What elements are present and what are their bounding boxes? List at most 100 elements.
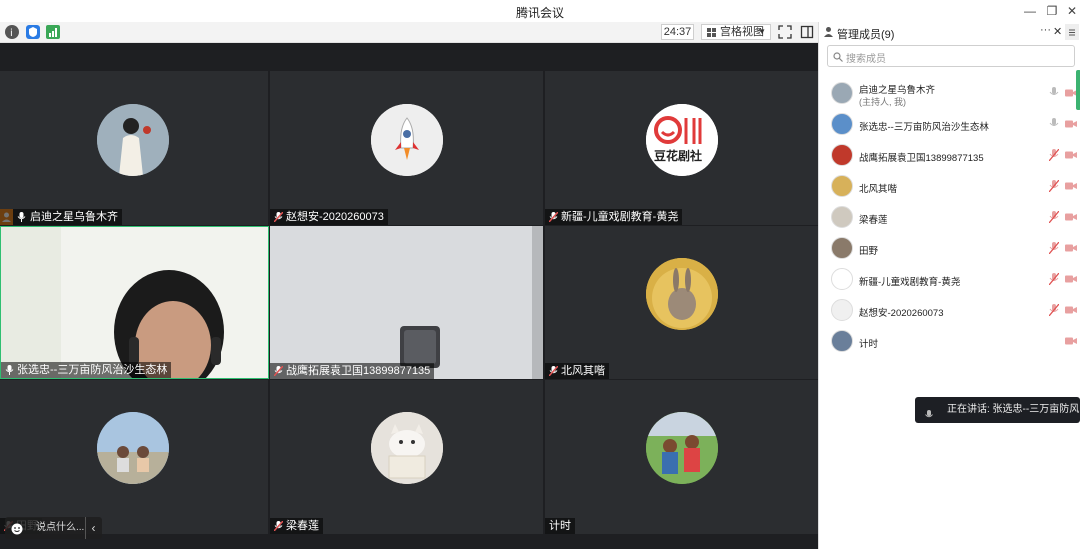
avatar [831,113,853,135]
fullscreen-icon[interactable] [778,25,792,39]
minimize-button[interactable]: — [1022,3,1038,19]
avatar [371,104,443,176]
close-panel-button[interactable]: ✕ [1053,25,1062,38]
member-name: 北风其喈 [859,184,898,195]
meeting-toolbar: i 24:37 宫格视图 ▼ [0,22,818,43]
video-tile[interactable]: 北风其喈 [545,226,818,379]
tile-name-label: 梁春莲 [270,518,323,534]
member-row[interactable]: 启迪之星乌鲁木齐 (主持人, 我) [819,79,1080,109]
restore-button[interactable]: ❐ [1044,3,1060,19]
video-tile[interactable]: 赵想安-2020260073 [270,71,543,225]
avatar [831,144,853,166]
mic-muted-icon[interactable] [1049,304,1059,316]
search-placeholder: 搜索成员 [846,54,886,65]
tile-name-label: 启迪之星乌鲁木齐 [0,209,122,225]
panel-title: 管理成员(9) [837,29,895,41]
chevron-down-icon: ▼ [758,27,766,36]
member-row[interactable]: 张选忠--三万亩防风治沙生态林 [819,110,1080,140]
panel-header: 管理成员(9) ··· ✕ [819,22,1080,42]
svg-text:豆花剧社: 豆花剧社 [654,148,702,163]
svg-text:i: i [10,28,13,39]
more-options-button[interactable]: ··· [1040,24,1051,36]
member-name: 战鹰拓展袁卫国13899877135 [859,153,984,164]
mic-muted-icon[interactable] [1049,273,1059,285]
video-tile[interactable]: 田野 [0,380,268,534]
member-row[interactable]: 战鹰拓展袁卫国13899877135 [819,141,1080,171]
mic-muted-icon [549,366,558,376]
people-icon [823,26,834,37]
meeting-timer: 24:37 [661,24,694,40]
avatar: 豆花剧社 [646,104,718,176]
avatar [831,330,853,352]
member-name: 田野 [859,246,879,257]
mic-muted-icon [274,521,283,531]
mic-icon [925,405,933,418]
chat-input-bar[interactable]: 说点什么... ‹ [5,517,102,539]
info-icon[interactable]: i [5,25,19,39]
avatar [646,412,718,484]
member-row[interactable]: 赵想安-2020260073 [819,296,1080,326]
avatar [831,299,853,321]
video-tile-active-speaker[interactable]: 张选忠--三万亩防风治沙生态林 [0,226,269,379]
emoji-icon[interactable] [11,522,23,535]
member-row[interactable]: 新疆-儿童戏剧教育-黄尧 [819,265,1080,295]
avatar [831,82,853,104]
window-title: 腾讯会议 [515,6,564,20]
avatar [831,237,853,259]
member-name: 张选忠--三万亩防风治沙生态林 [859,122,989,133]
camera-off-icon[interactable] [1065,151,1077,159]
camera-off-icon[interactable] [1065,182,1077,190]
mic-muted-icon [549,212,558,222]
tile-name-label: 张选忠--三万亩防风治沙生态林 [1,362,172,378]
mic-muted-icon[interactable] [1049,149,1059,161]
member-name: 赵想安-2020260073 [859,308,944,319]
tile-name-label: 战鹰拓展袁卫国13899877135 [270,363,435,379]
camera-off-icon[interactable] [1065,306,1077,314]
video-tile[interactable]: 豆花剧社 新疆-儿童戏剧教育-黄尧 [545,71,818,225]
video-tile[interactable]: 启迪之星乌鲁木齐 [0,71,268,225]
avatar [97,104,169,176]
mic-muted-icon[interactable] [1049,180,1059,192]
mic-icon[interactable] [1049,87,1059,99]
tile-name-label: 北风其喈 [545,363,609,379]
member-row[interactable]: 梁春莲 [819,203,1080,233]
video-tile[interactable]: 计时 [545,380,818,534]
member-row[interactable]: 计时 [819,327,1080,357]
camera-off-icon[interactable] [1065,213,1077,221]
collapse-chat-icon[interactable]: ‹ [85,517,101,539]
signal-icon[interactable] [46,25,60,39]
mic-icon[interactable] [1049,118,1059,130]
camera-off-icon[interactable] [1065,244,1077,252]
camera-off-icon[interactable] [1065,275,1077,283]
menu-icon[interactable] [1065,24,1079,40]
member-row[interactable]: 北风其喈 [819,172,1080,202]
mic-icon [17,212,26,222]
tile-name-label: 赵想安-2020260073 [270,209,388,225]
grid-view-button[interactable]: 宫格视图 ▼ [701,24,771,40]
shield-icon[interactable] [26,25,40,39]
search-icon [833,51,843,62]
member-row[interactable]: 田野 [819,234,1080,264]
camera-off-icon[interactable] [1065,120,1077,128]
close-window-button[interactable]: ✕ [1064,3,1080,19]
mic-muted-icon[interactable] [1049,211,1059,223]
video-tile[interactable]: 战鹰拓展袁卫国13899877135 [270,226,543,379]
member-name: 启迪之星乌鲁木齐 [859,85,936,96]
avatar [831,175,853,197]
video-tile[interactable]: 梁春莲 [270,380,543,534]
camera-video [270,226,543,379]
title-bar: 腾讯会议 — ❐ ✕ [0,0,1080,22]
member-panel: 管理成员(9) ··· ✕ 搜索成员 启迪之星乌鲁木齐 (主持人, 我) 张选忠--… [818,22,1080,549]
sidebar-toggle-icon[interactable] [800,25,814,39]
mic-icon [5,365,14,375]
member-search-input[interactable]: 搜索成员 [827,45,1075,67]
mic-muted-icon[interactable] [1049,242,1059,254]
speaking-text: 正在讲话: 张选忠--三万亩防风... [947,404,1080,415]
video-grid: 启迪之星乌鲁木齐 赵想安-2020260073 豆花剧社 新疆-儿童戏剧教育-黄… [0,43,818,549]
camera-off-icon[interactable] [1065,337,1077,345]
grid-icon [707,28,716,37]
chat-placeholder: 说点什么... [36,522,85,533]
speaking-indicator: 正在讲话: 张选忠--三万亩防风... [915,397,1080,423]
scrollbar[interactable] [1076,70,1080,110]
tile-name-label: 新疆-儿童戏剧教育-黄尧 [545,209,683,225]
